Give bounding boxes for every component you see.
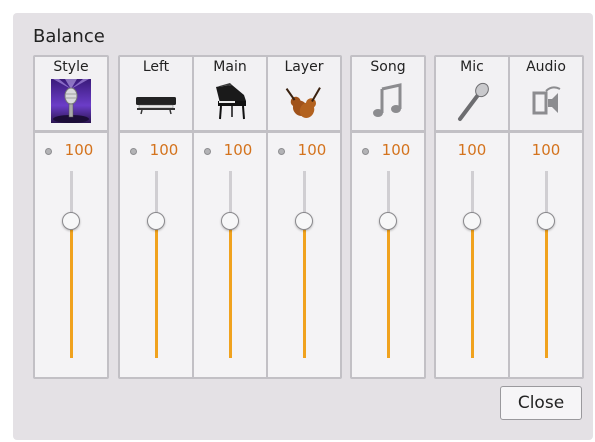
- fader-fill: [387, 221, 390, 358]
- channel-left: Left 100: [120, 57, 192, 377]
- channel-fader-area: 100: [352, 133, 424, 377]
- grand-piano-icon: [216, 83, 246, 120]
- channel-fader-area: 100: [436, 133, 508, 377]
- music-note-icon: [373, 83, 402, 117]
- audio-device-icon: [532, 86, 561, 115]
- fader-knob[interactable]: [295, 212, 313, 231]
- channel-fader-area: 100: [510, 133, 582, 377]
- channel-value: 100: [223, 141, 253, 159]
- channel-label: Style: [53, 59, 89, 75]
- channel-header: Layer: [268, 57, 340, 130]
- panel-title: Balance: [33, 26, 105, 47]
- channel-mic: Mic 100: [436, 57, 508, 377]
- channel-label: Main: [213, 59, 247, 75]
- fader-fill: [303, 221, 306, 358]
- channel-fader-area: 100: [268, 133, 340, 377]
- channel-label: Layer: [284, 59, 324, 75]
- channel-value: 100: [297, 141, 327, 159]
- fader-fill: [545, 221, 548, 358]
- channel-audio: Audio 100: [510, 57, 582, 377]
- channel-header: Mic: [436, 57, 508, 130]
- fader-fill: [229, 221, 232, 358]
- channel-value: 100: [381, 141, 411, 159]
- channel-header: Audio: [510, 57, 582, 130]
- channel-header: Style: [35, 57, 107, 130]
- channel-header: Song: [352, 57, 424, 130]
- fader-knob[interactable]: [537, 212, 555, 231]
- channel-header: Left: [120, 57, 192, 130]
- fader-knob[interactable]: [147, 212, 165, 231]
- channel-value: 100: [457, 141, 487, 159]
- fader-knob[interactable]: [62, 212, 80, 231]
- fader-knob[interactable]: [379, 212, 397, 231]
- balance-panel: Balance Style 100 Left 100 Main 100 Laye…: [13, 13, 593, 440]
- channel-label: Song: [370, 59, 406, 75]
- fader-knob[interactable]: [221, 212, 239, 231]
- channel-label: Mic: [460, 59, 484, 75]
- fader-knob[interactable]: [463, 212, 481, 231]
- microphone-stage-image: [51, 79, 91, 123]
- channel-layer: Layer 100: [268, 57, 340, 377]
- channel-label: Audio: [526, 59, 566, 75]
- channel-header: Main: [194, 57, 266, 130]
- close-button[interactable]: Close: [500, 386, 582, 420]
- channel-song: Song 100: [352, 57, 424, 377]
- channel-main: Main 100: [194, 57, 266, 377]
- channel-style: Style 100: [35, 57, 107, 377]
- fader-fill: [471, 221, 474, 358]
- channel-value: 100: [149, 141, 179, 159]
- violins-icon: [285, 87, 321, 118]
- channel-value: 100: [64, 141, 94, 159]
- channel-label: Left: [142, 59, 170, 75]
- fader-fill: [70, 221, 73, 358]
- keyboard-icon: [136, 97, 176, 115]
- channel-fader-area: 100: [194, 133, 266, 377]
- channel-value: 100: [531, 141, 561, 159]
- channel-fader-area: 100: [35, 133, 107, 377]
- channel-fader-area: 100: [120, 133, 192, 377]
- microphone-icon: [458, 82, 489, 121]
- fader-fill: [155, 221, 158, 358]
